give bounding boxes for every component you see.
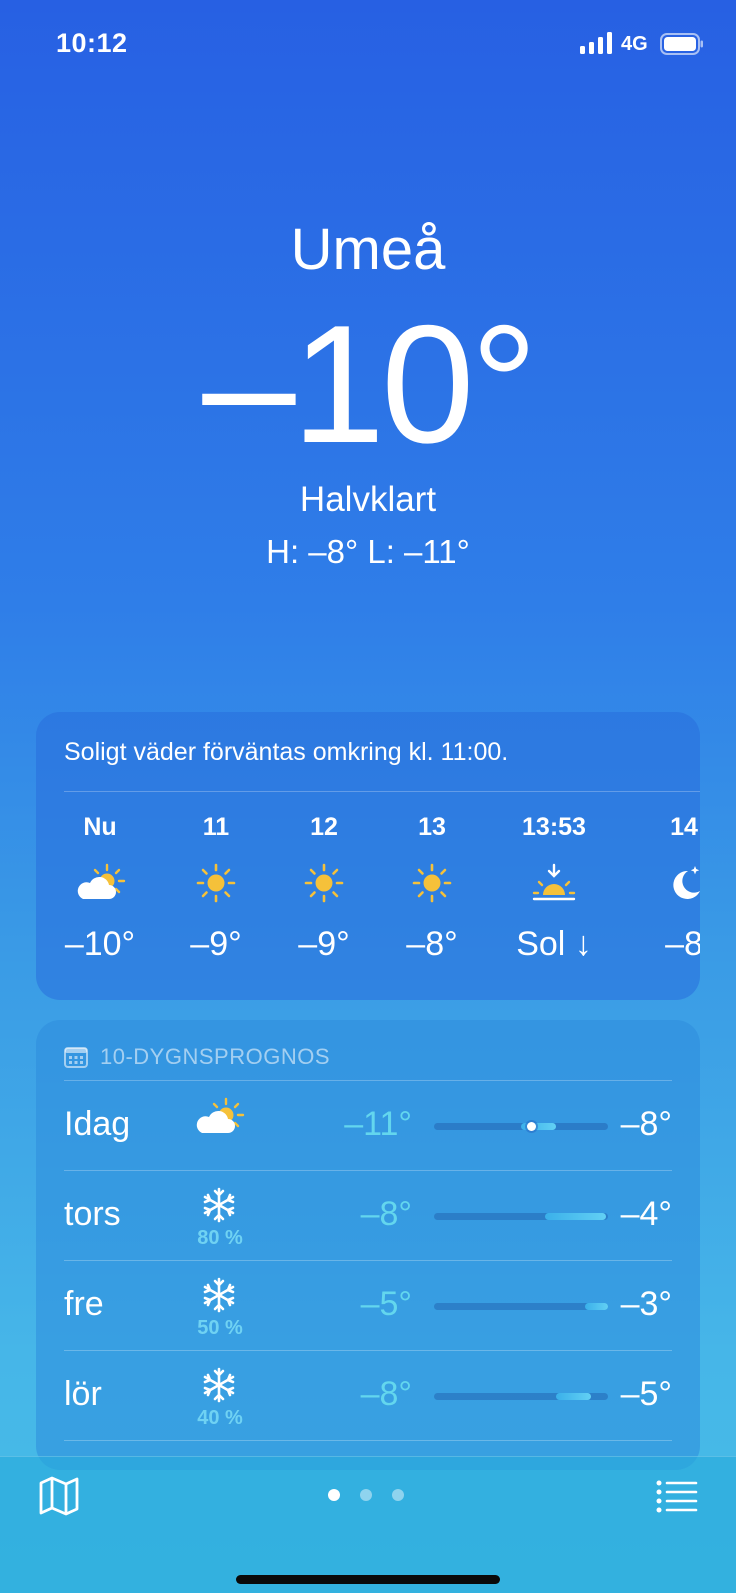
sun-icon: [264, 850, 384, 916]
temp-range-bar: [434, 1122, 608, 1131]
day-name: tors: [64, 1195, 121, 1233]
low-temp: –8°: [360, 1195, 412, 1233]
hour-temperature: Sol ↓: [516, 925, 592, 963]
range-fill: [555, 1393, 591, 1400]
hour-temperature: –8°: [406, 925, 458, 963]
daily-header: 10-DYGNSPROGNOS: [64, 1044, 330, 1070]
high-low-text: H: –8° L: –11°: [266, 533, 470, 570]
high-temp: –5°: [620, 1375, 672, 1413]
snowflake-icon: [184, 1187, 254, 1231]
precip-chance: 80 %: [197, 1227, 243, 1249]
range-fill: [585, 1303, 608, 1310]
precip-chance: 40 %: [197, 1407, 243, 1429]
hourly-forecast-card[interactable]: Soligt väder förväntas omkring kl. 11:00…: [36, 712, 700, 1000]
current-temperature: –10°: [202, 290, 537, 478]
city-name: Umeå: [290, 217, 446, 282]
partly-cloudy-icon: [40, 850, 160, 916]
snowflake-icon: [184, 1367, 254, 1411]
hour-label: 12: [310, 813, 338, 841]
day-row[interactable]: fre 50 % –5° –3°: [64, 1260, 672, 1350]
day-name: lör: [64, 1375, 102, 1413]
bottom-toolbar: [0, 1456, 736, 1593]
temp-range-bar: [434, 1213, 608, 1220]
hourly-summary: Soligt väder förväntas omkring kl. 11:00…: [64, 738, 509, 766]
hour-column: 11 –9°: [156, 804, 276, 972]
page-dot[interactable]: [360, 1489, 372, 1501]
hour-column: 13:53 Sol ↓: [494, 804, 614, 972]
daily-forecast-card[interactable]: 10-DYGNSPROGNOS Idag –11° –8° tors 80 % …: [36, 1020, 700, 1470]
divider: [64, 791, 700, 792]
map-icon[interactable]: [38, 1475, 80, 1517]
hour-column: Nu –10°: [40, 804, 160, 972]
current-weather: Umeå –10° Halvklart H: –8° L: –11°: [0, 210, 736, 574]
precip-chance: 50 %: [197, 1317, 243, 1339]
partly-cloudy-icon: [184, 1097, 254, 1141]
hour-temperature: –8: [665, 925, 700, 963]
snowflake-icon: [184, 1277, 254, 1321]
status-bar: 10:12 4G: [0, 0, 736, 90]
temp-range-bar: [434, 1393, 608, 1400]
hour-temperature: –10°: [64, 925, 136, 963]
high-temp: –3°: [620, 1285, 672, 1323]
hour-column: 13 –8°: [372, 804, 492, 972]
hour-temperature: –9°: [298, 925, 350, 963]
sun-icon: [156, 850, 276, 916]
battery-icon: [660, 33, 703, 55]
low-temp: –5°: [360, 1285, 412, 1323]
range-fill: [521, 1123, 556, 1130]
hour-column: 14 –8: [624, 804, 700, 972]
day-name: fre: [64, 1285, 104, 1323]
page-dot[interactable]: [392, 1489, 404, 1501]
hour-label: 11: [202, 813, 230, 841]
low-temp: –8°: [360, 1375, 412, 1413]
signal-bars-icon: [580, 32, 612, 54]
list-icon[interactable]: [656, 1479, 698, 1513]
hour-label: Nu: [83, 813, 117, 841]
page-indicator[interactable]: [328, 1489, 404, 1501]
sun-icon: [372, 850, 492, 916]
high-temp: –4°: [620, 1195, 672, 1233]
day-row[interactable]: Idag –11° –8°: [64, 1080, 672, 1170]
moon-stars-icon: [624, 850, 700, 916]
daily-header-label: 10-DYGNSPROGNOS: [100, 1044, 330, 1069]
temp-range-bar: [434, 1303, 608, 1310]
low-temp: –11°: [344, 1105, 412, 1143]
hour-label: 13: [418, 813, 446, 841]
status-time: 10:12: [56, 28, 128, 58]
home-indicator[interactable]: [236, 1575, 500, 1584]
hour-temperature: –9°: [190, 925, 242, 963]
hour-label: 13:53: [522, 813, 586, 841]
range-fill: [545, 1213, 607, 1220]
condition-text: Halvklart: [299, 480, 437, 519]
hour-column: 12 –9°: [264, 804, 384, 972]
day-row[interactable]: lör 40 % –8° –5°: [64, 1350, 672, 1440]
day-row[interactable]: tors 80 % –8° –4°: [64, 1170, 672, 1260]
hour-label: 14: [670, 813, 698, 841]
high-temp: –8°: [620, 1105, 672, 1143]
day-name: Idag: [64, 1105, 131, 1143]
page-dot[interactable]: [328, 1489, 340, 1501]
calendar-icon: [64, 1047, 88, 1068]
network-type: 4G: [621, 33, 648, 55]
sunset-icon: [494, 850, 614, 916]
